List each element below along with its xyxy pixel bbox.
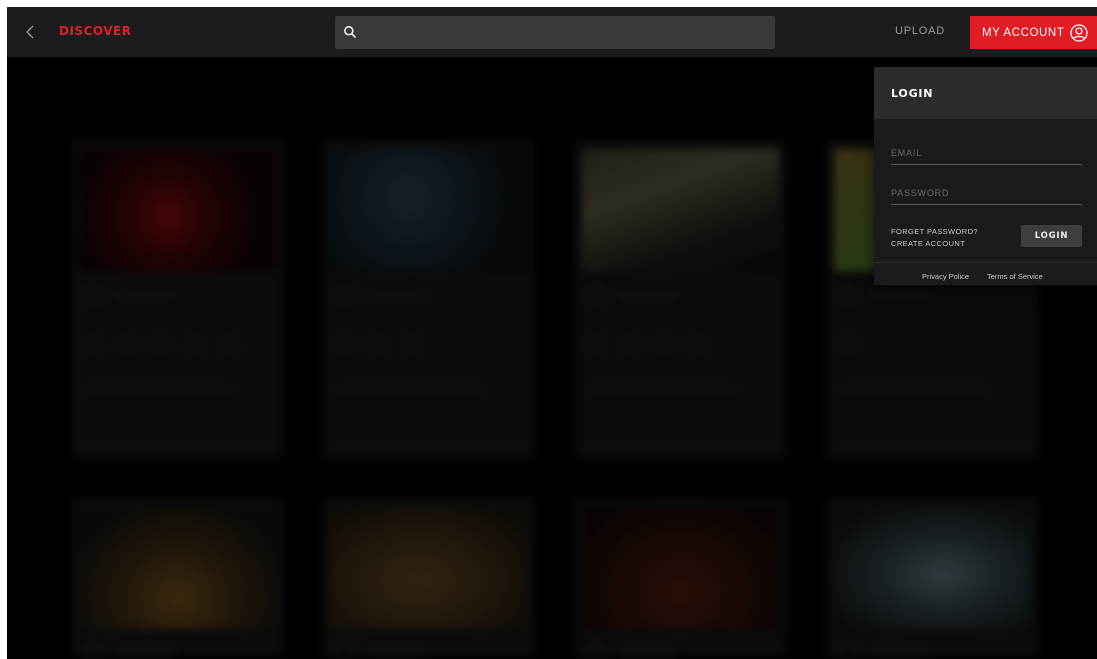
media-card	[71, 139, 284, 459]
discover-title[interactable]: DISCOVER	[59, 24, 131, 38]
card-thumbnail	[79, 507, 276, 629]
media-card	[826, 497, 1039, 659]
login-header: LOGIN	[874, 67, 1097, 119]
chevron-left-icon	[26, 25, 34, 39]
top-navigation-bar: DISCOVER UPLOAD MY ACCOUNT	[7, 7, 1097, 57]
create-account-link[interactable]: CREATE ACCOUNT	[891, 239, 965, 248]
card-thumbnail	[330, 507, 527, 629]
media-card	[574, 497, 787, 659]
media-card	[322, 139, 535, 459]
my-account-button[interactable]: MY ACCOUNT	[970, 16, 1097, 49]
back-button[interactable]	[21, 22, 39, 42]
terms-of-service-link[interactable]: Terms of Service	[987, 272, 1043, 281]
media-card	[71, 497, 284, 659]
user-circle-icon	[1070, 23, 1089, 42]
media-card	[574, 139, 787, 459]
my-account-label: MY ACCOUNT	[982, 26, 1065, 39]
search-bar[interactable]	[335, 16, 775, 49]
search-icon	[344, 26, 357, 39]
login-title: LOGIN	[891, 87, 934, 100]
app-window: DISCOVER UPLOAD MY ACCOUNT LOGIN FORGET …	[7, 7, 1097, 659]
email-field[interactable]	[891, 141, 1082, 165]
privacy-policy-link[interactable]: Privacy Police	[922, 272, 969, 281]
login-dropdown: LOGIN FORGET PASSWORD? CREATE ACCOUNT LO…	[874, 67, 1097, 285]
card-thumbnail	[582, 507, 779, 629]
upload-link[interactable]: UPLOAD	[895, 25, 945, 37]
card-thumbnail	[79, 149, 276, 271]
forgot-password-link[interactable]: FORGET PASSWORD?	[891, 227, 978, 236]
card-thumbnail	[834, 507, 1031, 629]
search-input[interactable]	[365, 16, 765, 49]
media-card	[322, 497, 535, 659]
divider	[874, 262, 1097, 263]
card-thumbnail	[330, 149, 527, 271]
login-button[interactable]: LOGIN	[1021, 225, 1082, 247]
card-thumbnail	[582, 149, 779, 271]
password-field[interactable]	[891, 181, 1082, 205]
